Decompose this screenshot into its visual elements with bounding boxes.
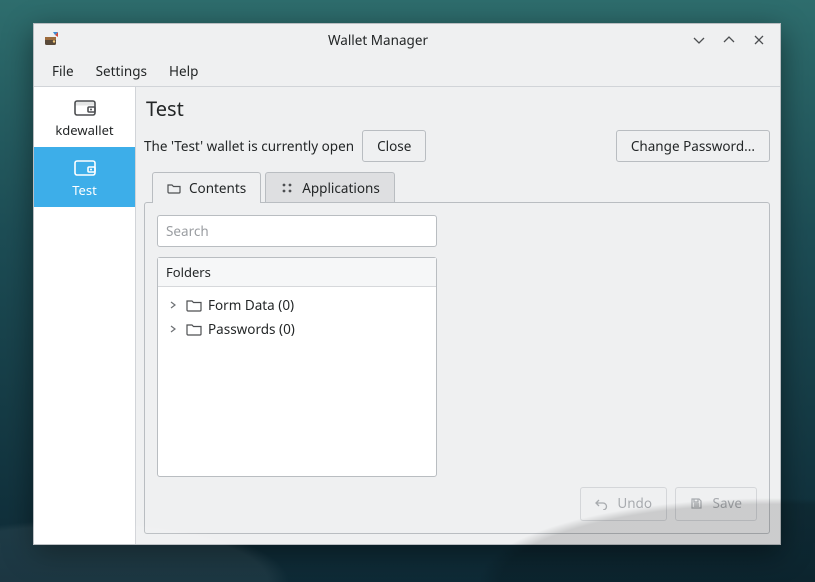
- sidebar-wallet-test[interactable]: Test: [34, 147, 135, 207]
- app-icon: [42, 31, 60, 49]
- change-password-button[interactable]: Change Password...: [616, 130, 770, 162]
- save-icon: [690, 496, 707, 514]
- menu-file[interactable]: File: [42, 58, 84, 84]
- chevron-right-icon[interactable]: [166, 322, 180, 336]
- sidebar-wallet-label: Test: [72, 181, 97, 199]
- wallet-icon: [73, 97, 97, 117]
- folders-panel: Folders Form Data (0): [157, 257, 437, 477]
- wallet-status-text: The 'Test' wallet is currently open: [144, 137, 354, 155]
- tree-row-label: Form Data (0): [208, 296, 294, 314]
- save-button-label: Save: [713, 494, 742, 512]
- sidebar-wallet-label: kdewallet: [55, 121, 113, 139]
- tabpane-contents: Folders Form Data (0): [144, 202, 770, 534]
- maximize-button[interactable]: [720, 31, 738, 49]
- undo-button[interactable]: Undo: [580, 487, 667, 521]
- applications-icon: [280, 181, 294, 195]
- tab-contents[interactable]: Contents: [152, 172, 261, 203]
- page-title: Test: [146, 95, 770, 122]
- menu-help[interactable]: Help: [159, 58, 208, 84]
- chevron-right-icon[interactable]: [166, 298, 180, 312]
- wallet-icon: [73, 157, 97, 177]
- tab-applications[interactable]: Applications: [265, 172, 395, 203]
- folder-open-icon: [167, 182, 181, 194]
- tab-label: Applications: [302, 179, 380, 197]
- app-window: Wallet Manager File Settings Help: [33, 23, 781, 545]
- search-field-wrapper: [157, 215, 437, 247]
- folders-tree: Form Data (0) Passwords (0): [158, 287, 436, 476]
- search-input[interactable]: [158, 216, 436, 246]
- window-title: Wallet Manager: [66, 31, 690, 49]
- save-button[interactable]: Save: [675, 487, 757, 521]
- tab-label: Contents: [189, 179, 246, 197]
- undo-button-label: Undo: [617, 494, 652, 512]
- main-pane: Test The 'Test' wallet is currently open…: [136, 87, 780, 544]
- tree-row-label: Passwords (0): [208, 320, 295, 338]
- menu-settings[interactable]: Settings: [86, 58, 157, 84]
- tree-row-passwords[interactable]: Passwords (0): [162, 317, 432, 341]
- tree-row-form-data[interactable]: Form Data (0): [162, 293, 432, 317]
- folder-icon: [186, 298, 202, 312]
- wallet-sidebar: kdewallet Test: [34, 87, 136, 544]
- close-wallet-button[interactable]: Close: [362, 130, 426, 162]
- tabbar: Contents Applications: [144, 172, 770, 203]
- sidebar-wallet-kdewallet[interactable]: kdewallet: [34, 87, 135, 147]
- folder-icon: [186, 322, 202, 336]
- menubar: File Settings Help: [34, 56, 780, 86]
- close-button[interactable]: [750, 31, 768, 49]
- undo-icon: [595, 496, 612, 514]
- minimize-button[interactable]: [690, 31, 708, 49]
- folders-header: Folders: [158, 258, 436, 287]
- titlebar: Wallet Manager: [34, 24, 780, 56]
